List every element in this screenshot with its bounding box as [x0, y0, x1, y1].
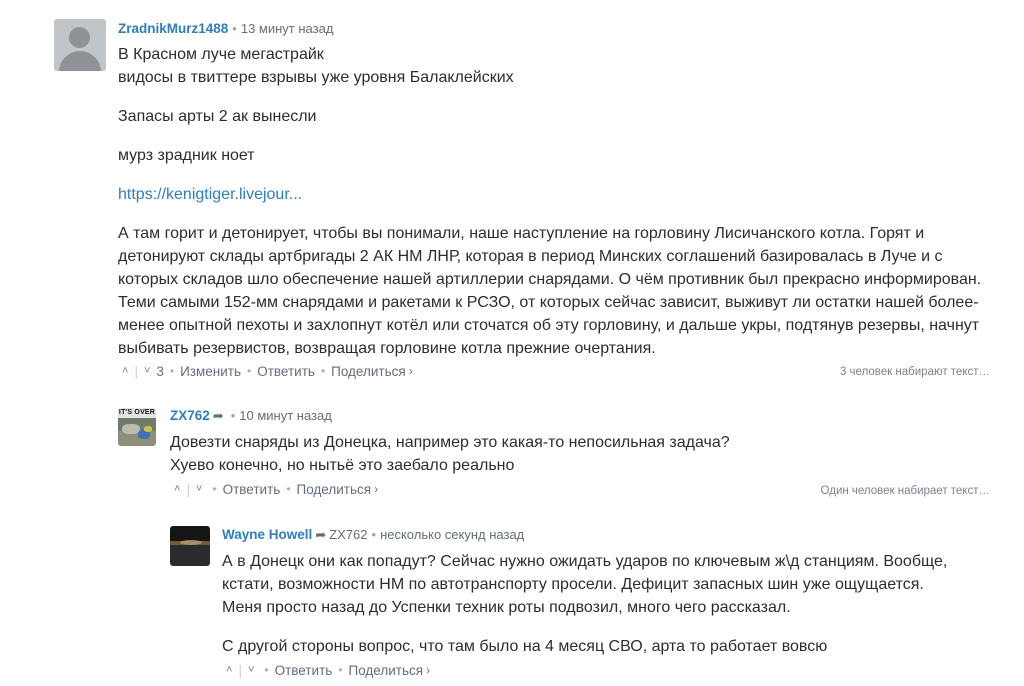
- separator-dot: •: [264, 663, 269, 678]
- downvote-chevron-icon[interactable]: ˅: [244, 664, 258, 676]
- chevron-right-icon: ›: [426, 663, 431, 678]
- author-name[interactable]: Wayne Howell: [222, 527, 312, 542]
- comment-thread: ZradnikMurz1488 • 13 минут назад В Красном…: [0, 0, 1024, 686]
- vote-divider: |: [238, 662, 242, 678]
- reply-to-author[interactable]: ZX762: [329, 527, 367, 542]
- separator-dot: •: [371, 527, 377, 542]
- comment-paragraph: А в Донецк они как попадут? Сейчас нужно…: [222, 553, 948, 616]
- comment-wayne-howell: Wayne Howell ➦ ZX762 • несколько секунд наза…: [0, 0, 1024, 686]
- comment-paragraph: С другой стороны вопрос, что там было на…: [222, 638, 828, 655]
- avatar-image-shape: [180, 540, 202, 545]
- reply-button[interactable]: Ответить: [275, 663, 333, 678]
- comment-body: А в Донецк они как попадут? Сейчас нужно…: [222, 550, 952, 658]
- comment-actions: ˄ | ˅ • Ответить • Поделиться ›: [222, 662, 430, 678]
- timestamp[interactable]: несколько секунд назад: [380, 527, 524, 542]
- avatar[interactable]: [170, 526, 210, 566]
- comment-header: Wayne Howell ➦ ZX762 • несколько секунд наза…: [222, 527, 524, 543]
- upvote-chevron-icon[interactable]: ˄: [222, 664, 236, 676]
- reply-arrow-icon: ➦: [315, 527, 327, 542]
- separator-dot: •: [338, 663, 343, 678]
- share-button[interactable]: Поделиться: [349, 663, 424, 678]
